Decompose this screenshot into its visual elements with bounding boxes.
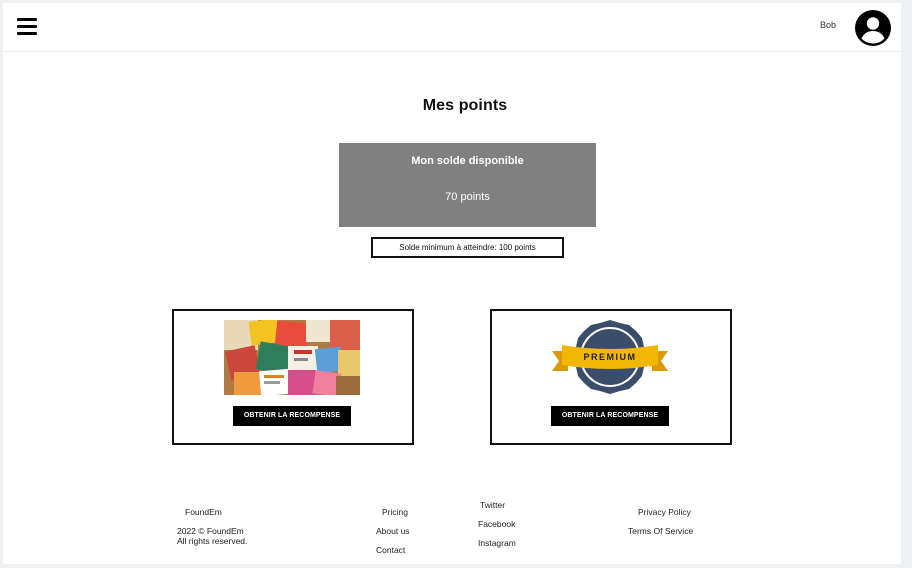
footer-link-privacy-policy[interactable]: Privacy Policy (638, 507, 691, 517)
footer-link-terms-of-service[interactable]: Terms Of Service (628, 526, 693, 536)
flyers-collage-image (224, 320, 360, 395)
user-name: Bob (820, 20, 837, 30)
balance-value: 70 points (445, 191, 490, 203)
premium-badge-text: PREMIUM (584, 352, 637, 362)
footer: FoundEm 2022 © FoundEm All rights reserv… (3, 493, 901, 563)
copyright-line-2: All rights reserved. (177, 536, 248, 546)
footer-brand: FoundEm (185, 507, 222, 517)
footer-copyright: 2022 © FoundEm All rights reserved. (177, 526, 247, 546)
footer-link-pricing[interactable]: Pricing (382, 507, 408, 517)
hamburger-menu-icon[interactable] (17, 18, 37, 36)
balance-box: Mon solde disponible 70 points (339, 143, 596, 227)
footer-link-facebook[interactable]: Facebook (478, 519, 515, 529)
footer-link-contact[interactable]: Contact (376, 545, 405, 555)
footer-link-about-us[interactable]: About us (376, 526, 410, 536)
premium-badge-image: PREMIUM (542, 320, 678, 395)
footer-link-twitter[interactable]: Twitter (480, 500, 505, 510)
copyright-line-1: 2022 © FoundEm (177, 526, 244, 536)
minimum-balance-note: Solde minimum à atteindre: 100 points (371, 237, 564, 258)
reward-card-flyers: OBTENIR LA RECOMPENSE (172, 309, 414, 445)
reward-card-premium: PREMIUM OBTENIR LA RECOMPENSE (490, 309, 732, 445)
get-reward-button-2[interactable]: OBTENIR LA RECOMPENSE (551, 406, 669, 426)
footer-link-instagram[interactable]: Instagram (478, 538, 516, 548)
balance-label: Mon solde disponible (411, 155, 524, 167)
page: Bob Mes points Mon solde disponible 70 p… (3, 3, 901, 564)
page-title: Mes points (422, 97, 508, 114)
account-circle-icon[interactable] (855, 10, 891, 46)
get-reward-button-1[interactable]: OBTENIR LA RECOMPENSE (233, 406, 351, 426)
top-bar: Bob (3, 3, 901, 52)
